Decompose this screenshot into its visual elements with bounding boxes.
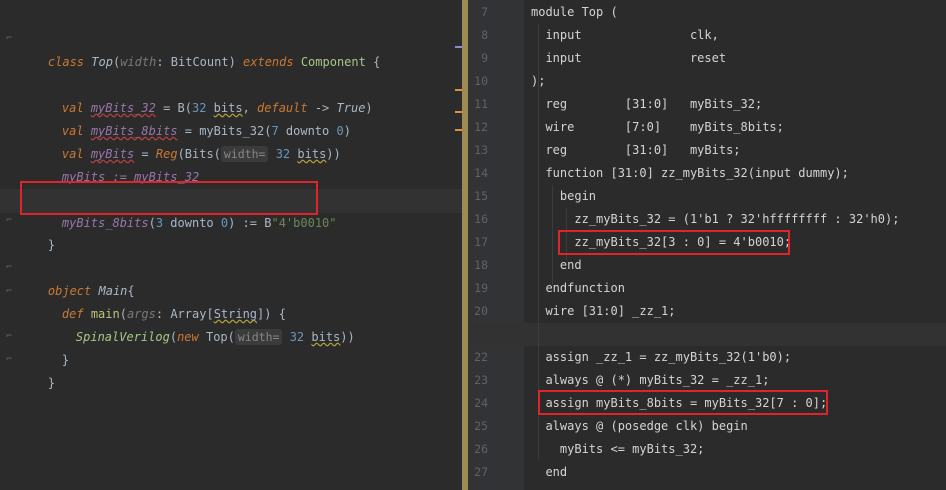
code-line-def[interactable]: def main(args: Array[String]) {	[33, 281, 286, 321]
line-number: 15	[474, 189, 488, 203]
right-editor-pane[interactable]: 789101112131415161718192021222324252627 …	[468, 0, 946, 490]
code-line-class[interactable]: class Top(width: BitCount) extends Compo…	[19, 29, 380, 69]
fold-icon[interactable]: ⌐	[6, 354, 12, 365]
code-line[interactable]: zz_myBits_32 = (1'b1 ? 32'hffffffff : 32…	[531, 208, 899, 231]
code-line[interactable]: end	[531, 461, 567, 484]
code-line-object[interactable]: object Main{	[19, 258, 135, 298]
left-editor-pane[interactable]: ⌐ ⌐ ⌐ ⌐ ⌐ ⌐ class Top(width: BitCount) e…	[0, 0, 462, 490]
code-line[interactable]: wire [7:0] myBits_8bits;	[531, 116, 783, 139]
code-line-val2[interactable]: val myBits_8bits = myBits_32(7 downto 0)	[33, 98, 351, 138]
line-number: 25	[474, 419, 488, 433]
param-name: width	[120, 55, 157, 69]
parameter-hint: width=	[220, 146, 269, 162]
code-line[interactable]: always @ (posedge clk) begin	[531, 415, 747, 438]
highlight-box	[20, 181, 318, 215]
code-line[interactable]: module Top (	[531, 1, 618, 24]
line-number: 24	[474, 396, 488, 410]
class-name: Top	[91, 55, 113, 69]
fold-icon[interactable]: ⌐	[6, 215, 12, 226]
keyword: extends	[243, 55, 294, 69]
line-number: 22	[474, 350, 488, 364]
line-number: 16	[474, 212, 488, 226]
code-line[interactable]: begin	[531, 185, 596, 208]
scroll-marker[interactable]	[455, 46, 462, 48]
code-line[interactable]: always @ (*) myBits_32 = _zz_1;	[531, 369, 769, 392]
highlight-box	[538, 390, 828, 415]
code-line[interactable]: reg [31:0] myBits_32;	[531, 93, 762, 116]
code-line-val3[interactable]: val myBits = Reg(Bits(width= 32 bits))	[33, 121, 341, 162]
line-number: 23	[474, 373, 488, 387]
scroll-marker[interactable]	[455, 111, 462, 113]
code-line[interactable]: input reset	[531, 47, 726, 70]
scroll-marker[interactable]	[455, 89, 462, 91]
line-number: 26	[474, 442, 488, 456]
fold-icon[interactable]: ⌐	[6, 331, 12, 342]
code-line-spinal[interactable]: SpinalVerilog(new Top(width= 32 bits))	[47, 304, 355, 345]
line-number-gutter: 789101112131415161718192021222324252627	[468, 0, 524, 490]
indent-guide	[552, 185, 553, 285]
line-number: 12	[474, 120, 488, 134]
scroll-marker[interactable]	[455, 129, 462, 131]
code-line[interactable]: endfunction	[531, 277, 624, 300]
code-line-assign[interactable]: myBits := myBits_32	[33, 144, 199, 184]
line-number: 27	[474, 465, 488, 479]
current-line-highlight	[468, 323, 946, 346]
parameter-hint: width=	[234, 329, 283, 345]
close-brace: }	[47, 376, 56, 390]
line-number: 7	[481, 5, 488, 19]
line-number: 11	[474, 97, 488, 111]
code-line[interactable]: input clk,	[531, 24, 718, 47]
line-number: 14	[474, 166, 488, 180]
code-line[interactable]: function [31:0] zz_myBits_32(input dummy…	[531, 162, 848, 185]
line-number: 17	[474, 235, 488, 249]
code-line[interactable]: reg [31:0] myBits;	[531, 139, 740, 162]
code-line-val1[interactable]: val myBits_32 = B(32 bits, default -> Tr…	[33, 75, 373, 115]
line-number: 18	[474, 258, 488, 272]
line-number: 13	[474, 143, 488, 157]
close-brace: }	[47, 238, 56, 252]
parent-class: Component	[300, 55, 366, 69]
close-brace: }	[61, 353, 70, 367]
fold-icon[interactable]: ⌐	[6, 33, 12, 44]
fold-icon[interactable]: ⌐	[6, 262, 12, 273]
code-line[interactable]: assign _zz_1 = zz_myBits_32(1'b0);	[531, 346, 791, 369]
line-number: 20	[474, 304, 488, 318]
line-number: 10	[474, 74, 488, 88]
line-number: 8	[481, 28, 488, 42]
highlight-box	[558, 230, 790, 255]
code-line[interactable]: wire [31:0] _zz_1;	[531, 300, 675, 323]
line-number: 19	[474, 281, 488, 295]
line-number: 9	[481, 51, 488, 65]
code-line[interactable]: myBits <= myBits_32;	[531, 438, 705, 461]
fold-icon[interactable]: ⌐	[6, 286, 12, 297]
keyword: class	[47, 55, 85, 69]
type-name: BitCount	[170, 55, 229, 69]
